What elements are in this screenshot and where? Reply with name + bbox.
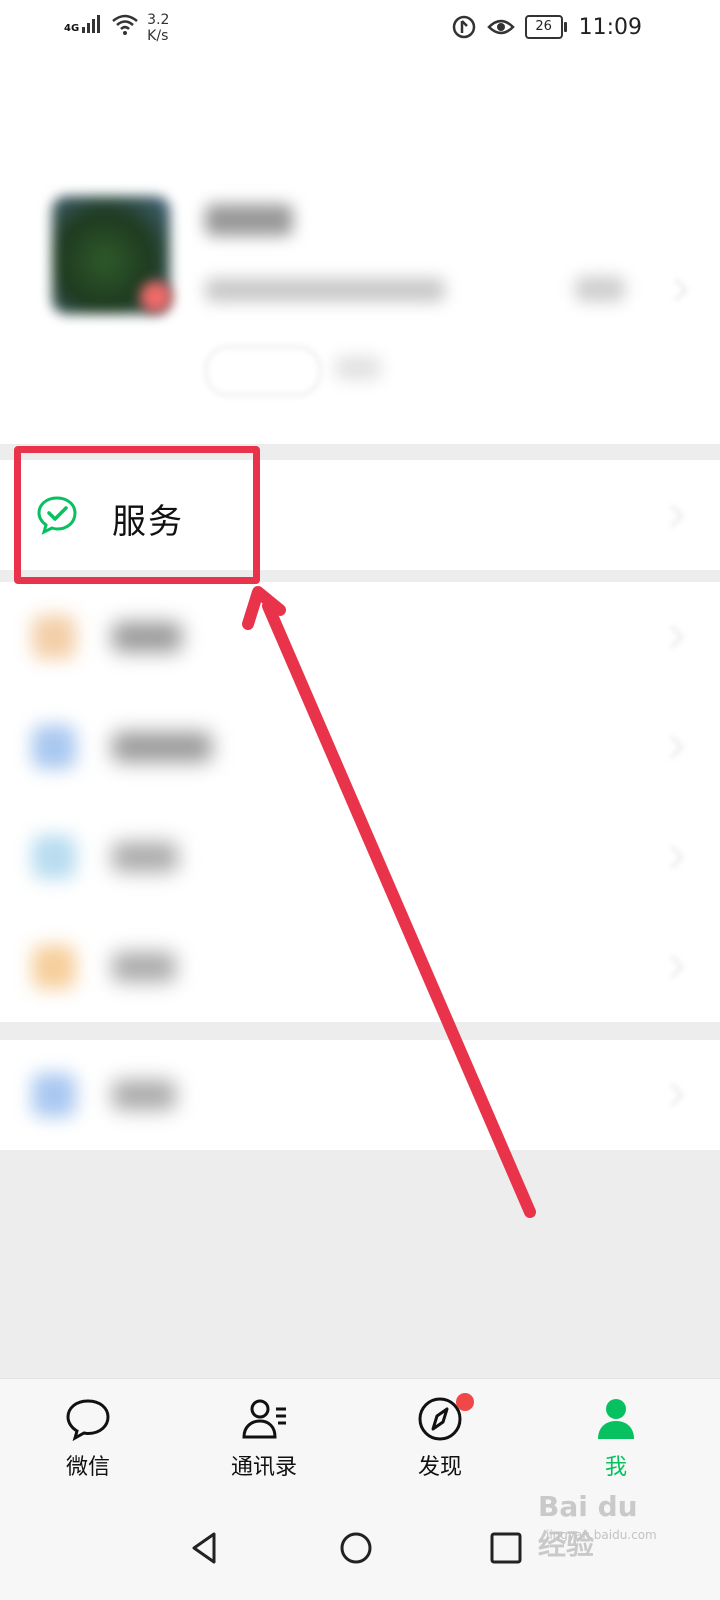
tab-me[interactable]: 我 <box>556 1395 676 1495</box>
settings-label-blur <box>112 1080 176 1110</box>
watermark-sub: jingyan.baidu.com <box>546 1528 657 1542</box>
avatar-badge <box>140 281 172 313</box>
wechat-id-blur <box>205 278 445 302</box>
cards-label-blur <box>112 842 178 872</box>
favorites-chevron <box>660 625 684 649</box>
favorites-icon <box>32 615 76 659</box>
data-saver-icon <box>452 15 475 39</box>
chat-bubble-icon <box>66 1399 110 1442</box>
moments-label-blur <box>112 732 212 762</box>
menu-group-blurred <box>0 582 720 1022</box>
recents-icon[interactable] <box>478 1520 534 1576</box>
settings-icon <box>32 1073 76 1117</box>
profile-chevron <box>664 278 688 302</box>
eye-comfort-icon <box>486 19 515 35</box>
moments-icon <box>32 725 76 769</box>
network-type: 4G <box>64 23 80 34</box>
stickers-icon <box>32 945 76 989</box>
stickers-chevron <box>660 955 684 979</box>
bottom-tabbar: 微信 通讯录 发现 我 <box>0 1378 720 1497</box>
watermark-main: Bai du 经验 <box>538 1490 638 1561</box>
cell-signal: 4G <box>64 12 103 34</box>
status-extra-blur <box>335 356 381 380</box>
favorites-label-blur <box>112 622 182 652</box>
cards-icon <box>32 835 76 879</box>
menu-item-moments[interactable] <box>0 692 720 802</box>
tab-contacts[interactable]: 通讯录 <box>204 1395 324 1495</box>
signal-icon <box>82 15 101 33</box>
profile-header[interactable] <box>0 56 720 444</box>
moments-chevron <box>660 735 684 759</box>
speed-unit: K/s <box>147 28 169 44</box>
cards-chevron <box>660 845 684 869</box>
menu-item-stickers[interactable] <box>0 912 720 1022</box>
qr-code-blur <box>575 276 625 302</box>
tab-discover-label: 发现 <box>417 1455 462 1480</box>
menu-item-settings[interactable] <box>0 1040 720 1150</box>
settings-chevron <box>660 1083 684 1107</box>
stickers-label-blur <box>112 952 176 982</box>
contacts-icon <box>242 1399 286 1439</box>
tab-discover[interactable]: 发现 <box>380 1393 500 1495</box>
menu-item-cards[interactable] <box>0 802 720 912</box>
status-left: 4G 3.2 K/s <box>64 12 169 44</box>
battery-indicator: 26 <box>524 15 567 39</box>
status-right: 26 11:09 <box>451 14 642 40</box>
wifi-icon <box>112 14 138 35</box>
status-bar: 4G 3.2 K/s 26 11:09 <box>0 0 720 56</box>
tab-chats-label: 微信 <box>65 1455 110 1480</box>
person-icon <box>598 1399 634 1439</box>
tab-chats[interactable]: 微信 <box>28 1395 148 1495</box>
speed-value: 3.2 <box>147 12 170 28</box>
home-icon[interactable] <box>328 1520 384 1576</box>
highlight-box <box>14 446 260 584</box>
nickname-blur <box>205 204 293 236</box>
menu-group-settings <box>0 1040 720 1150</box>
service-chevron <box>660 504 684 528</box>
clock: 11:09 <box>578 14 642 40</box>
tab-me-label: 我 <box>604 1455 627 1480</box>
menu-item-favorites[interactable] <box>0 582 720 692</box>
back-icon[interactable] <box>178 1520 234 1576</box>
tab-contacts-label: 通讯录 <box>230 1455 297 1480</box>
discover-badge <box>456 1393 474 1411</box>
baidu-watermark: Bai du 经验 jingyan.baidu.com <box>538 1488 668 1561</box>
network-speed: 3.2 K/s <box>147 12 169 44</box>
add-status-pill[interactable] <box>205 346 321 396</box>
